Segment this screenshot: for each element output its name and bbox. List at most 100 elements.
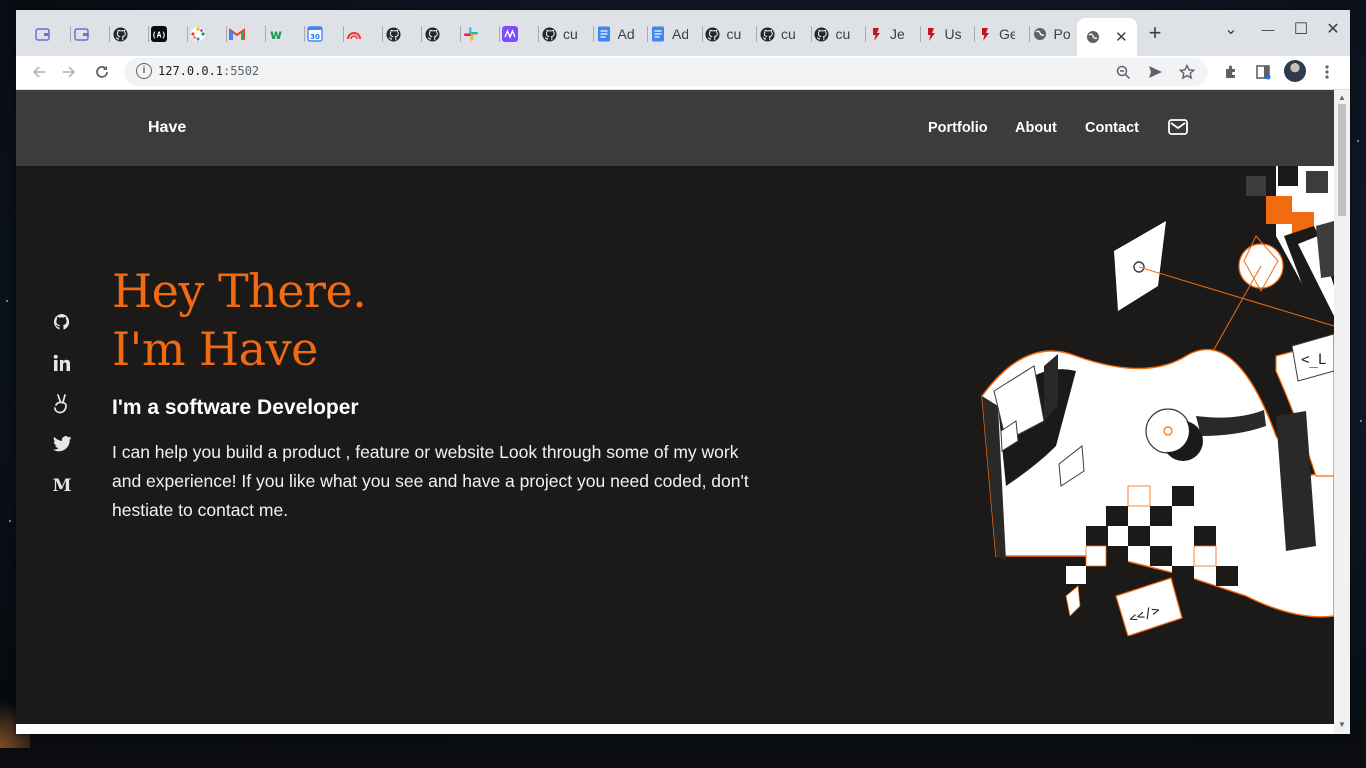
hero-illustration: <_L <</> bbox=[981, 166, 1334, 636]
back-icon[interactable] bbox=[28, 61, 50, 83]
scroll-down-icon[interactable]: ▼ bbox=[1338, 720, 1346, 729]
tab-search-button[interactable]: ⌄ bbox=[1221, 20, 1241, 40]
github-icon bbox=[759, 26, 775, 42]
tab-separator bbox=[187, 26, 188, 42]
jest-icon bbox=[923, 26, 939, 42]
site-info-icon[interactable]: i bbox=[136, 63, 152, 79]
docs-icon bbox=[596, 26, 612, 42]
gauge-icon bbox=[346, 26, 362, 42]
browser-tab[interactable]: Us bbox=[923, 22, 975, 46]
web-page: Have Portfolio About Contact M Hey There… bbox=[16, 90, 1334, 724]
globe-icon bbox=[1085, 29, 1101, 45]
github-icon bbox=[814, 26, 830, 42]
tab-separator bbox=[148, 26, 149, 42]
browser-tab[interactable]: cu bbox=[814, 22, 866, 46]
browser-tab[interactable] bbox=[190, 22, 227, 46]
tab-separator bbox=[865, 26, 866, 42]
browser-tab[interactable] bbox=[502, 22, 539, 46]
close-tab-icon[interactable]: ✕ bbox=[1115, 28, 1128, 46]
scroll-thumb[interactable] bbox=[1338, 104, 1346, 216]
twitter-icon[interactable] bbox=[52, 434, 72, 454]
tab-separator bbox=[382, 26, 383, 42]
svg-text:<_L: <_L bbox=[1301, 352, 1326, 368]
browser-tab[interactable] bbox=[346, 22, 383, 46]
browser-tab[interactable] bbox=[229, 22, 266, 46]
browser-tab[interactable]: w bbox=[268, 22, 305, 46]
hero-heading: Hey There. I'm Have bbox=[112, 262, 367, 378]
browser-tab[interactable] bbox=[34, 22, 71, 46]
browser-tab[interactable]: (A) bbox=[151, 22, 188, 46]
browser-tab[interactable]: Ad bbox=[650, 22, 703, 46]
browser-tab[interactable]: Je bbox=[868, 22, 921, 46]
profile-avatar[interactable] bbox=[1284, 60, 1306, 82]
angellist-icon[interactable] bbox=[52, 394, 72, 414]
site-navbar: Have Portfolio About Contact bbox=[16, 90, 1334, 166]
browser-tab[interactable]: cu bbox=[759, 22, 812, 46]
nav-portfolio-link[interactable]: Portfolio bbox=[928, 120, 988, 136]
zoom-icon[interactable] bbox=[1112, 61, 1134, 83]
browser-tab[interactable]: Ad bbox=[596, 22, 648, 46]
new-tab-button[interactable]: + bbox=[1145, 22, 1165, 44]
tab-separator bbox=[304, 26, 305, 42]
tab-title: Ad bbox=[617, 26, 634, 42]
extensions-icon[interactable] bbox=[1220, 61, 1242, 83]
browser-tab[interactable]: 30 bbox=[307, 22, 344, 46]
docs-icon bbox=[650, 26, 666, 42]
browser-tab[interactable] bbox=[385, 22, 422, 46]
hero-line-2: I'm Have bbox=[112, 322, 318, 376]
url-text[interactable]: 127.0.0.1:5502 bbox=[158, 64, 259, 78]
maximize-button[interactable]: ☐ bbox=[1291, 20, 1311, 40]
scroll-up-icon[interactable]: ▲ bbox=[1338, 93, 1346, 102]
tab-title: cu bbox=[726, 26, 742, 42]
tab-separator bbox=[343, 26, 344, 42]
medium-icon[interactable]: M bbox=[52, 475, 72, 495]
tab-separator bbox=[265, 26, 266, 42]
browser-tab[interactable] bbox=[73, 22, 110, 46]
tab-separator bbox=[919, 26, 921, 42]
menu-kebab-icon[interactable] bbox=[1316, 61, 1338, 83]
browser-tab[interactable] bbox=[463, 22, 500, 46]
desktop-star bbox=[1360, 420, 1362, 422]
side-panel-icon[interactable] bbox=[1252, 61, 1274, 83]
tab-active[interactable]: ✕ bbox=[1077, 18, 1137, 56]
tab-title: Us bbox=[944, 26, 961, 42]
reload-icon[interactable] bbox=[91, 61, 113, 83]
tab-separator bbox=[1028, 26, 1030, 42]
site-brand[interactable]: Have bbox=[148, 119, 186, 137]
nav-about-link[interactable]: About bbox=[1015, 120, 1057, 136]
github-icon bbox=[424, 26, 440, 42]
browser-tab[interactable] bbox=[112, 22, 149, 46]
hero-subtitle: I'm a software Developer bbox=[112, 396, 359, 419]
tab-title: Ge bbox=[999, 26, 1015, 42]
svg-text:M: M bbox=[53, 477, 72, 493]
mail-icon[interactable] bbox=[1168, 119, 1188, 135]
minimize-button[interactable]: — bbox=[1258, 20, 1278, 40]
code-brackets-icon: (A) bbox=[151, 26, 167, 42]
nav-contact-link[interactable]: Contact bbox=[1085, 120, 1139, 136]
jest-icon bbox=[977, 26, 993, 42]
linkedin-icon[interactable] bbox=[52, 353, 72, 373]
tab-separator bbox=[226, 26, 227, 42]
browser-tab[interactable]: Ge bbox=[977, 22, 1030, 46]
desktop-star bbox=[9, 520, 11, 522]
page-scrollbar[interactable]: ▲ ▼ bbox=[1334, 90, 1350, 734]
gmail-icon bbox=[229, 26, 245, 42]
tab-separator bbox=[592, 26, 594, 42]
tab-title: Ad bbox=[672, 26, 688, 42]
svg-text:w: w bbox=[270, 28, 282, 41]
forward-icon[interactable] bbox=[58, 61, 80, 83]
browser-tab[interactable]: cu bbox=[541, 22, 594, 46]
github-icon bbox=[385, 26, 401, 42]
url-host: 127.0.0.1 bbox=[158, 64, 224, 78]
address-bar[interactable]: i 127.0.0.1:5502 bbox=[124, 58, 1208, 86]
tab-separator bbox=[647, 26, 648, 42]
browser-tab[interactable] bbox=[424, 22, 461, 46]
send-icon[interactable] bbox=[1144, 61, 1166, 83]
browser-tab[interactable]: cu bbox=[705, 22, 757, 46]
window-close-button[interactable]: ✕ bbox=[1323, 20, 1343, 40]
bookmark-star-icon[interactable] bbox=[1176, 61, 1198, 83]
github-icon bbox=[112, 26, 128, 42]
github-icon[interactable] bbox=[52, 312, 72, 332]
tab-title: cu bbox=[781, 26, 796, 42]
hero-line-1: Hey There. bbox=[112, 264, 367, 318]
